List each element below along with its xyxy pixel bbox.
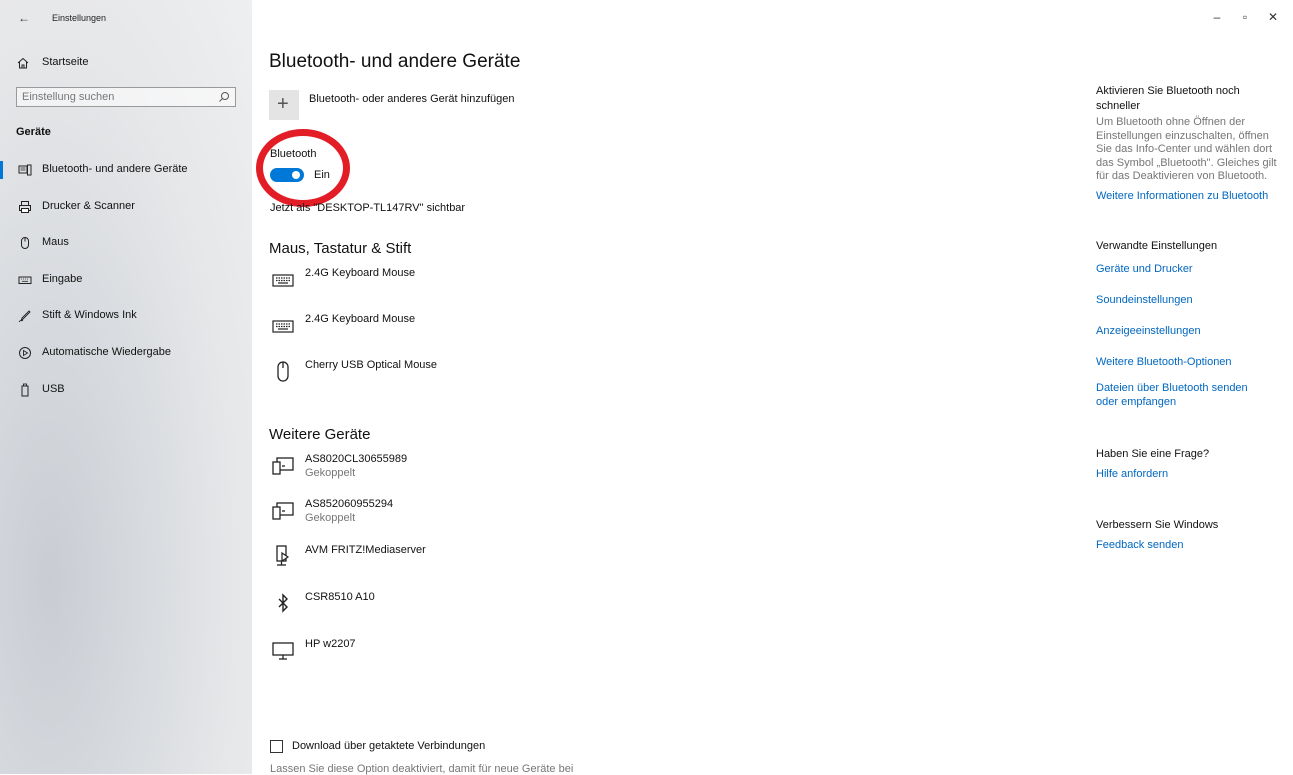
mouse-icon [277,361,289,382]
device-name: 2.4G Keyboard Mouse [305,267,416,279]
device-name: AVM FRITZ!Mediaserver [305,544,426,556]
keyboard-icon [272,320,294,333]
minimize-button[interactable]: – [1207,10,1227,24]
monitor-icon [272,642,294,660]
device-item[interactable]: 2.4G Keyboard Mouse [269,267,569,307]
device-item[interactable]: AS852060955294 Gekoppelt [269,498,569,538]
pen-icon [18,310,31,323]
section-title-other: Weitere Geräte [269,426,371,443]
device-item[interactable]: HP w2207 [269,638,569,678]
sidebar-item-label: Drucker & Scanner [42,199,135,212]
keyboard-icon [272,274,294,287]
device-status: Gekoppelt [305,512,356,524]
improve-title: Verbessern Sie Windows [1096,518,1219,531]
sidebar: ← Einstellungen Startseite Geräte Blueto… [0,0,252,774]
get-help-link[interactable]: Hilfe anfordern [1096,467,1286,481]
device-item[interactable]: CSR8510 A10 [269,591,569,631]
sidebar-item-home[interactable]: Startseite [0,52,252,74]
sidebar-item-pen[interactable]: Stift & Windows Ink [0,302,252,339]
sound-settings-link[interactable]: Soundeinstellungen [1096,293,1286,307]
feedback-link[interactable]: Feedback senden [1096,538,1286,552]
title-bar: ← Einstellungen [0,0,252,36]
sidebar-item-label: Stift & Windows Ink [42,309,137,322]
bluetooth-toggle[interactable] [270,168,304,182]
add-device-button[interactable]: + [269,90,299,120]
more-bluetooth-options-link[interactable]: Weitere Bluetooth-Optionen [1096,355,1286,369]
search-box[interactable] [16,87,236,107]
search-input[interactable] [17,88,212,106]
highlight-ring-annotation [256,129,350,207]
search-icon[interactable] [218,91,230,103]
sidebar-item-label: USB [42,382,65,395]
device-icon [272,457,294,475]
keyboard-icon [18,276,32,284]
device-icon [272,502,294,520]
add-device-label[interactable]: Bluetooth- oder anderes Gerät hinzufügen [309,93,514,105]
back-arrow-icon[interactable]: ← [18,11,30,25]
sidebar-item-printers[interactable]: Drucker & Scanner [0,193,252,230]
restore-button[interactable]: ▫ [1235,10,1255,24]
group-title: Geräte [16,126,51,138]
close-button[interactable]: ✕ [1263,10,1283,24]
device-name: HP w2207 [305,638,356,650]
related-title: Verwandte Einstellungen [1096,239,1218,252]
toggle-knob [292,171,300,179]
home-label: Startseite [42,56,89,68]
sidebar-item-autoplay[interactable]: Automatische Wiedergabe [0,339,252,376]
sidebar-item-input[interactable]: Eingabe [0,266,252,303]
device-status: Gekoppelt [305,467,356,479]
device-item[interactable]: AS8020CL30655989 Gekoppelt [269,453,569,493]
sidebar-nav: Bluetooth- und andere Geräte Drucker & S… [0,156,252,412]
device-name: AS852060955294 [305,498,394,510]
metered-download-label: Download über getaktete Verbindungen [292,740,486,752]
page-title: Bluetooth- und andere Geräte [269,51,521,72]
more-info-bluetooth-link[interactable]: Weitere Informationen zu Bluetooth [1096,189,1286,203]
devices-printers-link[interactable]: Geräte und Drucker [1096,262,1286,276]
device-item[interactable]: 2.4G Keyboard Mouse [269,313,569,353]
sidebar-item-bluetooth[interactable]: Bluetooth- und andere Geräte [0,156,252,193]
mouse-icon [21,237,29,250]
device-name: AS8020CL30655989 [305,453,408,465]
display-settings-link[interactable]: Anzeigeeinstellungen [1096,324,1286,338]
bluetooth-label: Bluetooth [270,148,317,160]
plus-icon: + [277,93,289,115]
question-title: Haben Sie eine Frage? [1096,447,1210,460]
device-item[interactable]: Cherry USB Optical Mouse [269,359,569,399]
app-title: Einstellungen [52,13,107,23]
bluetooth-devices-icon [18,164,32,176]
device-item[interactable]: AVM FRITZ!Mediaserver [269,544,569,584]
usb-icon [21,383,29,397]
tip-title: Aktivieren Sie Bluetooth noch schneller [1096,85,1240,112]
section-title-input: Maus, Tastatur & Stift [269,240,412,257]
send-receive-files-link[interactable]: Dateien über Bluetooth senden oder empfa… [1096,381,1266,409]
device-name: Cherry USB Optical Mouse [305,359,438,371]
sidebar-item-usb[interactable]: USB [0,376,252,413]
home-icon [17,57,29,69]
sidebar-item-label: Bluetooth- und andere Geräte [42,163,188,175]
device-name: 2.4G Keyboard Mouse [305,313,416,325]
related-panel: Aktivieren Sie Bluetooth noch schneller … [1096,84,1286,552]
printer-icon [19,200,31,213]
device-name: CSR8510 A10 [305,591,375,603]
media-server-icon [276,545,290,566]
sidebar-item-mouse[interactable]: Maus [0,229,252,266]
tip-text: Um Bluetooth ohne Öffnen der Einstellung… [1096,116,1277,182]
sidebar-item-label: Eingabe [42,272,83,285]
bluetooth-state: Ein [314,169,330,181]
sidebar-item-label: Automatische Wiedergabe [42,345,172,358]
sidebar-item-label: Maus [42,236,69,249]
bluetooth-icon [278,593,288,613]
metered-download-checkbox[interactable] [270,740,283,753]
autoplay-icon [19,346,31,359]
metered-download-description: Lassen Sie diese Option deaktiviert, dam… [270,763,574,775]
visible-as-text: Jetzt als "DESKTOP-TL147RV" sichtbar [270,202,466,214]
